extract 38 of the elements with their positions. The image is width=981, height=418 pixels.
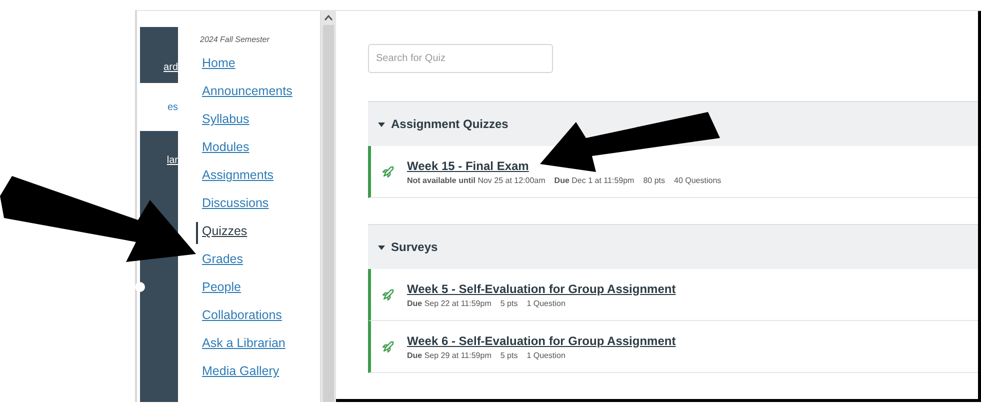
course-nav-link[interactable]: Media Gallery [200,362,320,390]
rocket-icon [381,164,395,178]
course-nav-link[interactable]: Collaborations [200,306,320,334]
quiz-meta: 5 pts [500,298,518,308]
search-field[interactable]: Search for Quiz [368,44,553,73]
quiz-meta: Not available until Nov 25 at 12:00am [407,176,546,184]
rocket-icon [381,340,395,354]
quiz-meta: 80 pts [643,176,665,184]
section-header[interactable]: Surveys [368,224,978,269]
quiz-meta: 1 Question [526,350,566,360]
course-nav-link[interactable]: Home [200,54,320,82]
course-nav-link[interactable]: Modules [200,138,320,166]
quiz-meta: 40 Questions [674,176,722,184]
course-nav-link[interactable]: Syllabus [200,110,320,138]
term-label: 2024 Fall Semester [200,35,271,44]
global-nav-item[interactable]: ard [140,27,178,83]
course-nav-link[interactable]: Discussions [200,194,320,222]
course-nav-link[interactable]: Ask a Librarian [200,334,320,362]
scrollbar[interactable] [320,11,336,402]
global-nav-item[interactable]: lar [140,131,178,191]
course-nav-link[interactable]: Assignments [200,166,320,194]
quiz-meta: 5 pts [500,350,518,360]
quiz-meta: Due Sep 29 at 11:59pm [407,350,492,360]
quiz-title-link[interactable]: Week 15 - Final Exam [407,158,722,172]
quiz-title-link[interactable]: Week 6 - Self-Evaluation for Group Assignment [407,334,676,348]
circle-icon[interactable] [134,281,146,293]
course-nav-link[interactable]: Announcements [200,82,320,110]
quiz-meta: Due Sep 22 at 11:59pm [407,298,492,308]
course-nav-link[interactable]: People [200,278,320,306]
scroll-up-icon[interactable] [324,15,333,21]
quiz-meta: Due Dec 1 at 11:59pm [554,176,634,184]
quiz-meta: 1 Question [526,298,566,308]
arrow-icon [540,112,720,174]
section-title: Assignment Quizzes [391,117,508,131]
course-nav-link[interactable]: Grades [200,250,320,278]
rocket-icon [381,288,395,302]
quiz-title-link[interactable]: Week 5 - Self-Evaluation for Group Assignment [407,282,676,296]
section-title: Surveys [391,240,438,254]
